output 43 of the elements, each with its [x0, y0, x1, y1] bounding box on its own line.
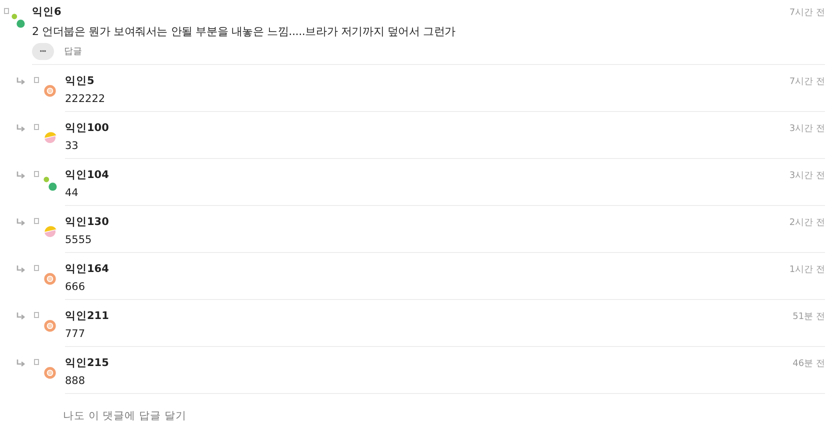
comment-text: 2 언더붑은 뭔가 보여줘서는 안될 부분을 내놓은 느낌.....브라가 저기까지 덮어서 그런가: [32, 24, 456, 39]
timestamp: 2시간 전: [789, 216, 825, 228]
reply-arrow-icon: [16, 265, 26, 273]
reply-button[interactable]: 답글: [64, 45, 82, 58]
comment-text: 5555: [65, 234, 93, 246]
comment-text: 33: [65, 140, 80, 152]
timestamp: 3시간 전: [789, 122, 825, 134]
comment-text: 666: [65, 281, 86, 293]
reply-arrow-icon: [16, 312, 26, 320]
small-square-icon: [34, 265, 39, 271]
author-name: 익인6: [32, 5, 62, 19]
author-name: 익인164: [65, 262, 109, 276]
timestamp: 7시간 전: [789, 6, 825, 18]
avatar-icon: [9, 12, 27, 30]
small-square-icon: [4, 8, 9, 14]
author-name: 익인215: [65, 356, 109, 370]
author-name: 익인104: [65, 168, 109, 182]
author-name: 익인211: [65, 309, 109, 323]
timestamp: 1시간 전: [789, 264, 825, 276]
small-square-icon: [34, 171, 39, 177]
comment-text: 44: [65, 187, 80, 199]
reply-link[interactable]: 나도 이 댓글에 답글 달기: [63, 410, 186, 422]
small-square-icon: [34, 124, 39, 130]
comment-text: 222222: [65, 93, 106, 105]
reply-arrow-icon: [16, 359, 26, 367]
timestamp: 7시간 전: [789, 76, 825, 88]
timestamp: 51분 전: [792, 310, 825, 322]
avatar-icon: [41, 175, 59, 193]
small-square-icon: [34, 312, 39, 318]
small-square-icon: [34, 218, 39, 224]
small-square-icon: [34, 359, 39, 365]
author-name: 익인130: [65, 215, 109, 229]
reply-arrow-icon: [16, 171, 26, 179]
author-name: 익인5: [65, 74, 94, 88]
comment-text: 888: [65, 375, 86, 387]
reply-arrow-icon: [16, 218, 26, 226]
reply-arrow-icon: [16, 77, 26, 85]
comment-text: 777: [65, 328, 86, 340]
timestamp: 3시간 전: [789, 170, 825, 182]
timestamp: 46분 전: [792, 358, 825, 370]
reply-arrow-icon: [16, 124, 26, 132]
author-name: 익인100: [65, 121, 109, 135]
small-square-icon: [34, 77, 39, 83]
